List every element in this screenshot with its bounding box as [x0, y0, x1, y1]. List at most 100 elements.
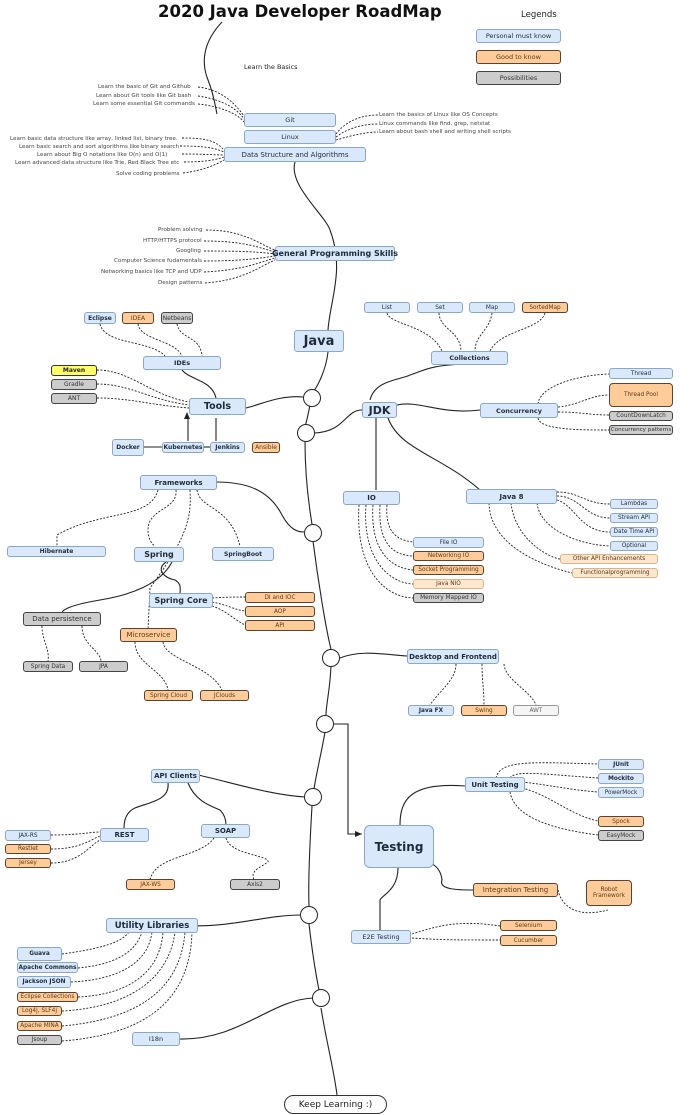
spring-core-api[interactable]: API: [245, 620, 315, 631]
io-memory-mapped-io[interactable]: Memory Mapped IO: [413, 593, 484, 603]
tool-ant[interactable]: ANT: [51, 393, 97, 404]
java8-stream-api[interactable]: Stream API: [610, 513, 658, 523]
concurrency-thread-pool[interactable]: Thread Pool: [609, 383, 673, 407]
node-collections[interactable]: Collections: [431, 351, 508, 365]
node-io[interactable]: IO: [343, 491, 400, 505]
concurrency-thread[interactable]: Thread: [609, 368, 673, 379]
git-note: Learn the basic of Git and Github: [98, 84, 191, 90]
utility-apache-mina[interactable]: Apache MINA: [17, 1021, 62, 1031]
persistence-jpa[interactable]: JPA: [79, 661, 128, 672]
node-jdk[interactable]: JDK: [362, 402, 397, 418]
gps-note: Computer Science fudamentals: [114, 258, 203, 264]
tool-jenkins[interactable]: Jenkins: [210, 442, 245, 453]
node-rest[interactable]: REST: [100, 828, 149, 842]
io-socket-programming[interactable]: Socket Programming: [413, 565, 484, 575]
node-ides[interactable]: IDEs: [143, 356, 221, 370]
node-integration-testing[interactable]: Integration Testing: [473, 883, 558, 897]
rest-jersey[interactable]: Jersey: [5, 858, 51, 868]
tool-gradle[interactable]: Gradle: [51, 379, 97, 390]
node-concurrency[interactable]: Concurrency: [480, 403, 558, 418]
framework-spring[interactable]: Spring: [134, 547, 184, 562]
node-spring-core[interactable]: Spring Core: [149, 593, 213, 608]
framework-hibernate[interactable]: Hibernate: [7, 546, 106, 557]
unit-junit[interactable]: JUnit: [598, 759, 644, 770]
desktop-awt[interactable]: AWT: [513, 705, 559, 716]
framework-springboot[interactable]: SpringBoot: [212, 547, 274, 561]
hub-desktop: [322, 649, 340, 667]
collection-list[interactable]: List: [364, 302, 410, 313]
soap-jax-ws[interactable]: JAX-WS: [126, 879, 175, 890]
unit-powermock[interactable]: PowerMock: [598, 787, 644, 798]
ide-netbeans[interactable]: Netbeans: [161, 312, 193, 324]
node-java[interactable]: Java: [294, 330, 344, 352]
java8-date-time-api[interactable]: Date Time API: [610, 527, 658, 537]
node-git[interactable]: Git: [244, 113, 336, 127]
utility-log4j-slf4j[interactable]: Log4j, SLF4j: [17, 1006, 62, 1016]
dsa-note: Learn about Big O notations like O(n) an…: [37, 152, 168, 158]
unit-mockito[interactable]: Mockito: [598, 773, 644, 784]
io-file-io[interactable]: File IO: [413, 537, 484, 548]
utility-apache-commons[interactable]: Apache Commons: [17, 962, 78, 973]
java8-functional-programming[interactable]: Functionalprogramming: [572, 568, 658, 578]
io-networking-io[interactable]: Networking IO: [413, 551, 484, 561]
node-general-programming-skills[interactable]: General Programming Skills: [272, 246, 398, 261]
node-dsa[interactable]: Data Structure and Algorithms: [224, 147, 366, 162]
java8-other-api[interactable]: Other API Enhancements: [560, 554, 658, 564]
node-java8[interactable]: Java 8: [466, 489, 557, 504]
rest-restlet[interactable]: Restlet: [5, 844, 51, 854]
spring-core-di-ioc[interactable]: DI and IOC: [245, 592, 315, 603]
rest-jax-rs[interactable]: JAX-RS: [5, 830, 51, 841]
legend-must-know: Personal must know: [476, 29, 561, 43]
micro-spring-cloud[interactable]: Spring Cloud: [144, 690, 193, 701]
node-data-persistence[interactable]: Data persistence: [23, 612, 101, 626]
spring-core-aop[interactable]: AOP: [245, 606, 315, 617]
node-e2e-testing[interactable]: E2E Testing: [351, 930, 411, 944]
node-microservice[interactable]: Microservice: [120, 628, 177, 642]
desktop-javafx[interactable]: Java FX: [408, 705, 454, 716]
concurrency-countdownlatch[interactable]: CountDownLatch: [609, 411, 673, 421]
node-soap[interactable]: SOAP: [201, 824, 250, 838]
e2e-cucumber[interactable]: Cucumber: [500, 935, 557, 946]
gps-note: Problem solving: [158, 227, 203, 233]
utility-jackson-json[interactable]: Jackson JSON: [17, 976, 71, 988]
persistence-spring-data[interactable]: Spring Data: [23, 661, 73, 672]
node-i18n[interactable]: I18n: [132, 1032, 180, 1046]
node-api-clients[interactable]: API Clients: [151, 769, 200, 783]
unit-spock[interactable]: Spock: [598, 816, 644, 827]
unit-easymock[interactable]: EasyMock: [598, 830, 644, 841]
ide-eclipse[interactable]: Eclipse: [84, 312, 116, 324]
micro-jclouds[interactable]: JClouds: [200, 690, 249, 701]
collection-set[interactable]: Set: [417, 302, 463, 313]
utility-guava[interactable]: Guava: [17, 947, 62, 961]
tool-docker[interactable]: Docker: [112, 439, 144, 456]
git-note: Learn some essential Git commands: [93, 101, 195, 107]
utility-eclipse-collections[interactable]: Eclipse Collections: [17, 992, 78, 1002]
utility-jsoup[interactable]: Jsoup: [17, 1035, 62, 1045]
java8-optional[interactable]: Optional: [610, 541, 658, 551]
tool-ansible[interactable]: Ansible: [252, 442, 280, 453]
linux-note: Learn about bash shell and writing shell…: [379, 129, 511, 135]
node-linux[interactable]: Linux: [244, 130, 336, 144]
io-java-nio[interactable]: Java NIO: [413, 579, 484, 589]
collection-map[interactable]: Map: [469, 302, 515, 313]
java8-lambdas[interactable]: Lambdas: [610, 499, 658, 509]
dsa-note: Learn basic data structure like array, l…: [10, 136, 178, 142]
soap-axis2[interactable]: Axis2: [230, 879, 280, 890]
node-utility-libraries[interactable]: Utility Libraries: [106, 918, 198, 933]
e2e-selenium[interactable]: Selenium: [500, 920, 557, 931]
legend-possibilities: Possibilities: [476, 71, 561, 85]
node-frameworks[interactable]: Frameworks: [140, 475, 217, 490]
integration-robot-framework[interactable]: Robot Framework: [586, 880, 632, 906]
concurrency-patterns[interactable]: Concurrency patterns: [609, 425, 673, 435]
node-desktop-frontend[interactable]: Desktop and Frontend: [407, 649, 499, 664]
tool-maven[interactable]: Maven: [51, 365, 97, 376]
hub-jdk: [297, 424, 315, 442]
node-unit-testing[interactable]: Unit Testing: [465, 777, 525, 792]
collection-sortedmap[interactable]: SortedMap: [522, 302, 568, 313]
desktop-swing[interactable]: Swing: [461, 705, 507, 716]
node-tools[interactable]: Tools: [189, 398, 246, 415]
tool-kubernetes[interactable]: Kubernetes: [162, 442, 204, 453]
node-testing[interactable]: Testing: [364, 825, 434, 868]
linux-note: Linux commands like find, grep, netstat: [379, 121, 491, 127]
ide-idea[interactable]: IDEA: [122, 312, 154, 324]
